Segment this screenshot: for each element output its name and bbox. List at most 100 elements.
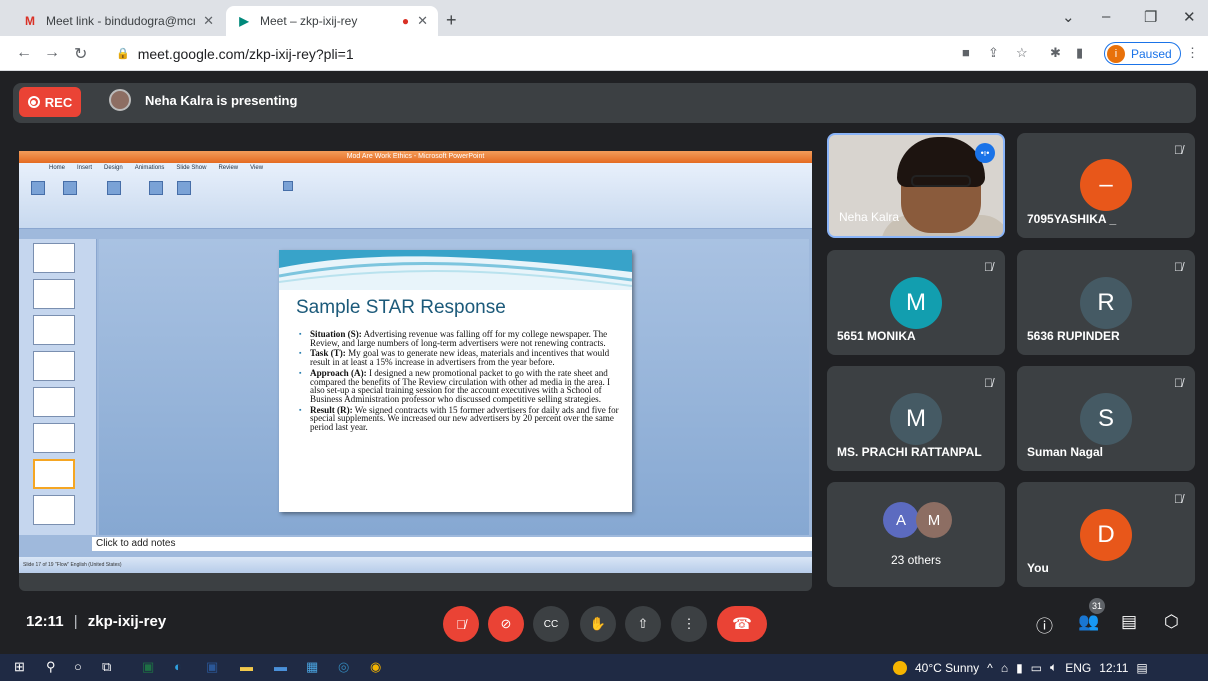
side-panel-icon[interactable]: ▮ [1076,45,1083,61]
setup-show-icon[interactable] [149,181,163,195]
ribbon-tab[interactable]: View [250,165,263,171]
camera-off-button[interactable]: ⊘ [488,606,524,642]
end-call-button[interactable]: ☎ [717,606,767,642]
participant-name: Neha Kalra [839,210,900,224]
cortana-icon[interactable]: ○ [74,659,82,674]
avatar: A [883,502,919,538]
notifications-icon[interactable]: ▤ [1136,661,1147,675]
camera-in-use-icon[interactable]: ■ [962,45,970,60]
avatar: D [1080,509,1132,561]
participant-tile[interactable]: 🎙̸ M 5651 MONIKA [827,250,1005,355]
excel-icon[interactable]: ▣ [142,659,154,675]
recording-indicator-icon: ● [401,14,410,28]
menu-icon[interactable]: ⋮ [1186,45,1199,61]
participant-tile[interactable]: 🎙̸ M MS. PRACHI RATTANPAL [827,366,1005,471]
captions-button[interactable]: CC [533,606,569,642]
new-tab-button[interactable]: + [446,10,457,31]
slide-thumbnail[interactable] [33,351,75,381]
bookmark-star-icon[interactable]: ☆ [1016,45,1028,61]
minimize-button[interactable]: – [1102,8,1110,25]
ribbon-tab[interactable]: Home [49,165,65,171]
close-window-button[interactable]: ✕ [1183,8,1196,26]
mic-off-button[interactable]: 🎙̸ [443,606,479,642]
extensions-icon[interactable]: ✱ [1050,45,1061,61]
windows-start-icon[interactable]: ⊞ [14,659,25,675]
lock-icon: 🔒 [116,48,130,60]
slide-thumbnail[interactable] [33,423,75,453]
notes-pane[interactable]: Click to add notes [92,537,812,551]
meeting-details-icon[interactable]: ⓘ [1036,612,1053,637]
gmail-icon: M [25,14,35,28]
mic-icon[interactable]: ▮ [1016,661,1023,675]
participant-tile[interactable]: 🎙̸ R 5636 RUPINDER [1017,250,1195,355]
chevron-up-icon[interactable]: ^ [987,661,993,675]
slide-thumbnail[interactable] [33,387,75,417]
people-icon[interactable]: 👥 [1078,612,1099,632]
app-icon[interactable]: ◎ [338,659,349,675]
tab-meet[interactable]: ▶ Meet – zkp-ixij-rey ● ✕ [226,6,438,36]
language-indicator[interactable]: ENG [1065,661,1091,675]
task-view-icon[interactable]: ⧉ [102,659,111,675]
ribbon-tab[interactable]: Design [104,165,123,171]
avatar: i [1107,44,1125,63]
ribbon-tab[interactable]: Animations [135,165,165,171]
tab-search-icon[interactable]: ⌄ [1062,8,1075,26]
restore-button[interactable]: ❐ [1144,8,1157,26]
from-current-icon[interactable] [63,181,77,195]
chrome-icon[interactable]: ◉ [370,659,381,675]
share-icon[interactable]: ⇪ [988,45,999,61]
participant-name: 5636 RUPINDER [1027,329,1120,343]
ribbon-tab[interactable]: Review [218,165,238,171]
clock[interactable]: 12:11 [1099,661,1128,675]
battery-icon[interactable]: ▭ [1031,661,1042,675]
slide-thumbnail[interactable] [33,495,75,525]
slide-thumbnail[interactable] [33,315,75,345]
reload-button[interactable]: ↻ [74,44,87,64]
slide-thumbnail[interactable] [33,243,75,273]
recording-badge[interactable]: REC [19,87,81,117]
avatar: S [1080,393,1132,445]
participant-tile-self[interactable]: 🎙̸ D You [1017,482,1195,587]
meeting-info: 12:11 | zkp-ixij-rey [26,613,167,630]
edge-icon[interactable]: ◐ [174,659,182,674]
participant-count-badge: 31 [1089,598,1105,614]
network-icon[interactable]: ⌂ [1001,661,1008,675]
word-icon[interactable]: ▣ [206,659,218,675]
activities-icon[interactable]: ⬡ [1164,612,1179,632]
address-bar[interactable]: 🔒 meet.google.com/zkp-ixij-rey?pli=1 [104,40,934,67]
custom-show-icon[interactable] [107,181,121,195]
participant-tile[interactable]: 🎙̸ S Suman Nagal [1017,366,1195,471]
resolution-icon[interactable] [283,181,293,191]
browser-tab-strip: M Meet link - bindudogra@mcmda ✕ ▶ Meet … [0,0,1208,36]
slide-bullets: Situation (S): Advertising revenue was f… [299,329,619,434]
tab-title: Meet – zkp-ixij-rey [260,14,358,28]
participant-tile-neha[interactable]: •ı• Neha Kalra [827,133,1005,238]
back-button[interactable]: ← [16,44,32,62]
slide-thumbnail-selected[interactable] [33,459,75,489]
slide-thumbnail[interactable] [33,279,75,309]
weather-text[interactable]: 40°C Sunny [915,661,979,675]
profile-button[interactable]: i Paused [1104,42,1181,65]
chat-icon[interactable]: ▤ [1121,612,1137,632]
mic-off-icon: 🎙̸ [1174,143,1183,157]
present-button[interactable]: ⇧ [625,606,661,642]
hide-slide-icon[interactable] [177,181,191,195]
raise-hand-button[interactable]: ✋ [580,606,616,642]
close-tab-icon[interactable]: ✕ [417,13,428,29]
store-icon[interactable]: ▦ [306,659,318,675]
others-tile[interactable]: A M 23 others [827,482,1005,587]
from-beginning-icon[interactable] [31,181,45,195]
participant-tile[interactable]: 🎙̸ – 7095YASHIKA _ [1017,133,1195,238]
forward-button[interactable]: → [44,44,60,62]
ribbon-tab[interactable]: Slide Show [176,165,206,171]
tab-gmail[interactable]: M Meet link - bindudogra@mcmda ✕ [12,6,224,36]
more-options-button[interactable]: ⋮ [671,606,707,642]
mail-icon[interactable]: ▬ [274,659,287,674]
search-icon[interactable]: ⚲ [46,659,56,675]
volume-icon[interactable]: 🔈︎ [1050,660,1057,675]
file-explorer-icon[interactable]: ▬ [240,659,253,674]
mic-off-icon: 🎙̸ [1174,376,1183,390]
ribbon-tab[interactable]: Insert [77,165,92,171]
ppt-ribbon: Home Insert Design Animations Slide Show… [19,163,812,229]
close-tab-icon[interactable]: ✕ [203,13,214,29]
